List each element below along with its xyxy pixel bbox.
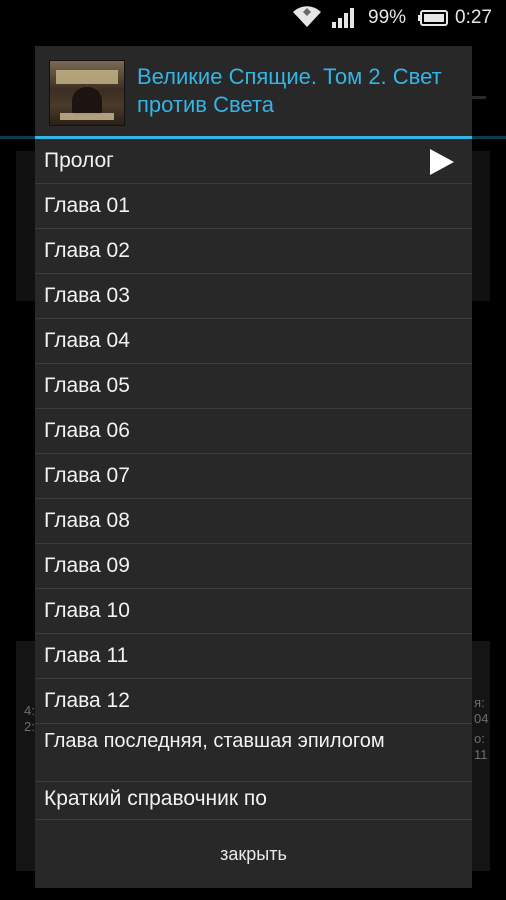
background-text: 04 [474, 711, 489, 726]
chapter-label: Глава 01 [44, 194, 130, 217]
dialog-footer: закрыть [35, 819, 472, 888]
dialog-header: Великие Спящие. Том 2. Свет против Света [35, 46, 472, 136]
background-text: o: [474, 731, 485, 746]
play-icon [430, 149, 454, 180]
wifi-icon [292, 6, 322, 33]
chapter-item-epilogue[interactable]: Глава последняя, ставшая эпилогом [35, 724, 472, 782]
chapter-label: Глава 02 [44, 239, 130, 262]
chapter-item[interactable]: Глава 06 [35, 409, 472, 454]
dialog-title: Великие Спящие. Том 2. Свет против Света [137, 64, 442, 117]
chapter-label: Глава 07 [44, 464, 130, 487]
chapter-label: Глава 10 [44, 599, 130, 622]
chapter-item[interactable]: Глава 11 [35, 634, 472, 679]
chapter-item[interactable]: Глава 09 [35, 544, 472, 589]
clock: 0:27 [455, 7, 492, 28]
chapter-label: Пролог [44, 149, 114, 172]
chapter-item[interactable]: Глава 08 [35, 499, 472, 544]
chapter-label: Глава 12 [44, 689, 130, 712]
chapter-label: Глава 09 [44, 554, 130, 577]
chapter-label: Глава 11 [44, 644, 129, 667]
chapter-label: Глава 05 [44, 374, 130, 397]
chapter-label: Глава 03 [44, 284, 130, 307]
chapter-label: Глава 04 [44, 329, 130, 352]
chapter-item-prolog[interactable]: Пролог [35, 139, 472, 184]
chapter-label: Глава 08 [44, 509, 130, 532]
chapter-item[interactable]: Глава 12 [35, 679, 472, 724]
chapter-item-reference[interactable]: Краткий справочник по [35, 782, 472, 819]
battery-percent: 99% [368, 7, 407, 28]
chapter-list[interactable]: Пролог Глава 01 Глава 02 Глава 03 Глава … [35, 139, 472, 819]
status-bar: 99% 0:27 [0, 0, 506, 36]
chapter-dialog: Великие Спящие. Том 2. Свет против Света… [35, 46, 472, 888]
background-text: я: [474, 695, 485, 710]
chapter-item[interactable]: Глава 05 [35, 364, 472, 409]
chapter-item[interactable]: Глава 02 [35, 229, 472, 274]
chapter-item[interactable]: Глава 01 [35, 184, 472, 229]
chapter-label: Краткий справочник по [44, 787, 267, 810]
close-button[interactable]: закрыть [35, 820, 472, 889]
chapter-label: Глава последняя, ставшая эпилогом [44, 730, 385, 752]
background-text: 11 [474, 747, 488, 762]
background-text: 4: [24, 703, 35, 718]
chapter-item[interactable]: Глава 03 [35, 274, 472, 319]
chapter-label: Глава 06 [44, 419, 130, 442]
chapter-item[interactable]: Глава 04 [35, 319, 472, 364]
book-cover-image [49, 60, 125, 126]
signal-icon [332, 8, 356, 33]
battery-icon [418, 10, 448, 31]
chapter-item[interactable]: Глава 07 [35, 454, 472, 499]
background-text: 2: [24, 719, 35, 734]
chapter-item[interactable]: Глава 10 [35, 589, 472, 634]
